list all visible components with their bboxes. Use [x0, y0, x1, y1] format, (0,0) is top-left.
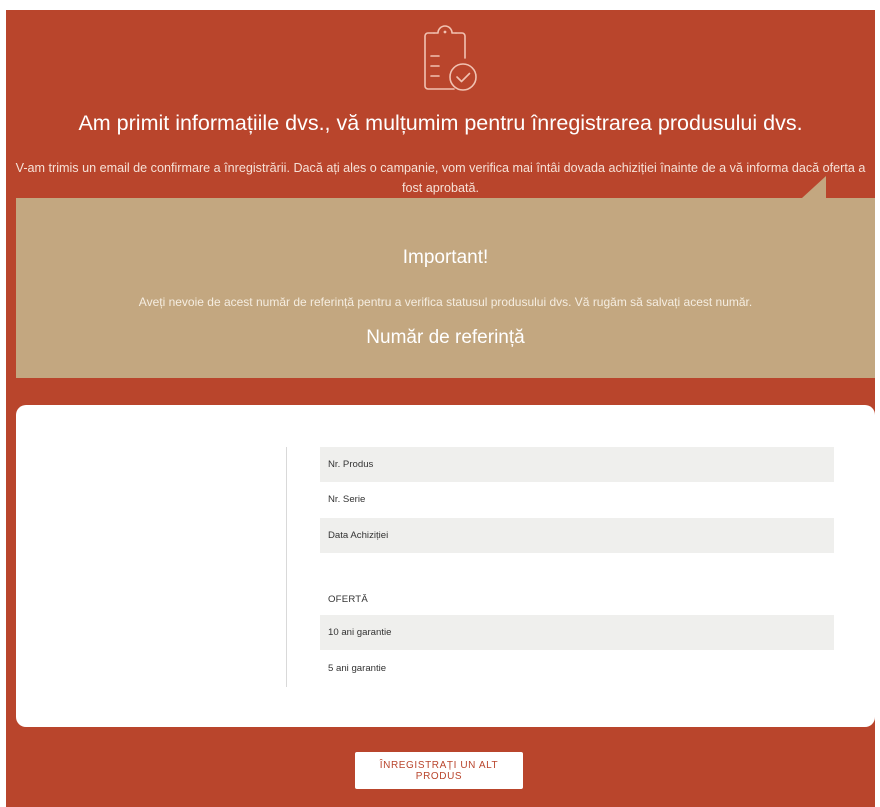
confirmation-title: Am primit informațiile dvs., vă mulțumim… [78, 111, 803, 135]
speech-bubble-tail [802, 176, 826, 198]
serial-number-row: Nr. Serie [328, 494, 366, 505]
offer-item: 5 ani garantie [328, 663, 387, 674]
clipboard-check-icon [409, 16, 481, 96]
register-another-product-button[interactable]: Înregistrați un alt produs [355, 752, 523, 789]
confirmation-page: Am primit informațiile dvs., vă mulțumim… [6, 10, 875, 807]
product-image [36, 425, 276, 685]
important-text: Aveți nevoie de acest număr de referință… [138, 295, 753, 309]
important-banner: Important! Aveți nevoie de acest număr d… [16, 198, 875, 378]
offer-header: OFERTĂ [328, 594, 368, 605]
important-title: Important! [402, 247, 489, 268]
confirmation-message: V-am trimis un email de confirmare a înr… [15, 161, 866, 195]
offer-item: 10 ani garantie [320, 615, 834, 650]
reference-number-label: Număr de referință [366, 327, 525, 348]
card-divider [286, 447, 287, 687]
product-details-card: Nr. Produs Nr. Serie Data Achiziției OFE… [16, 405, 875, 727]
purchase-date-row: Data Achiziției [320, 518, 834, 553]
product-number-row: Nr. Produs [320, 447, 834, 482]
